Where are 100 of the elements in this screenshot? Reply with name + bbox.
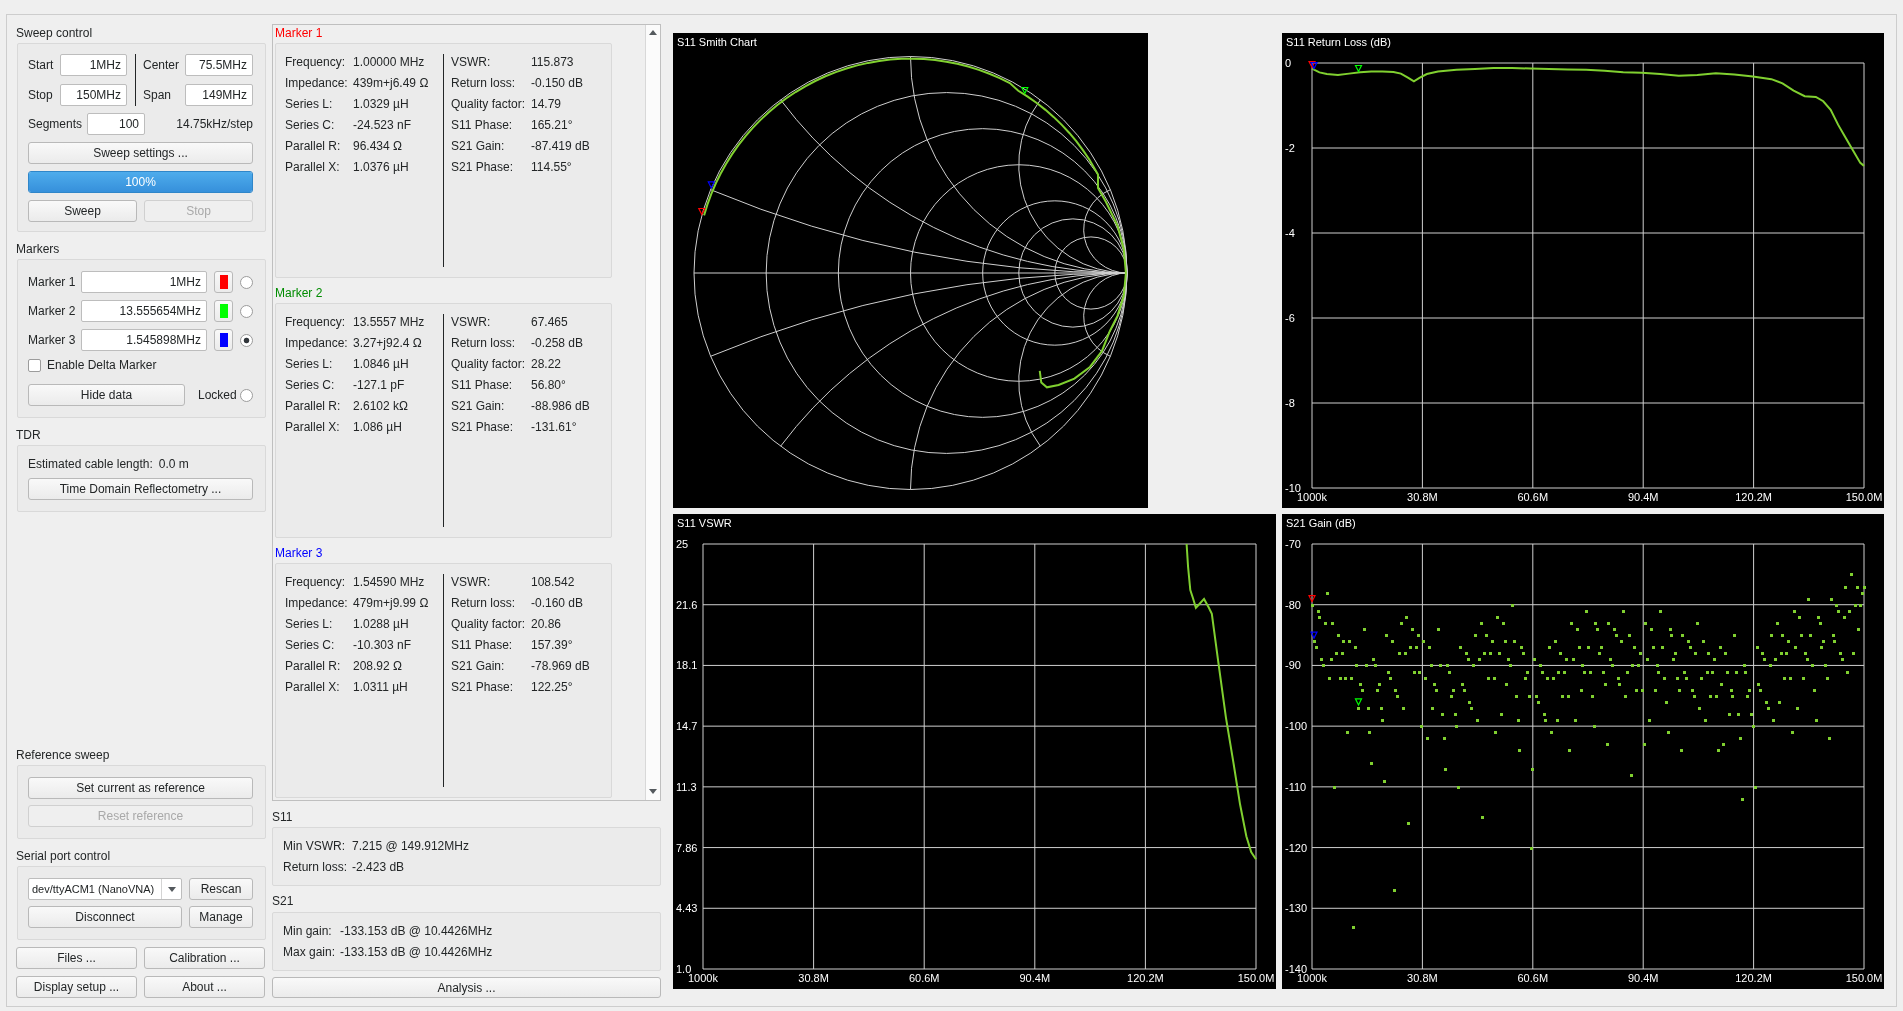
tdr-button[interactable]: Time Domain Reflectometry ... — [28, 478, 253, 500]
section-title: Serial port control — [16, 848, 111, 864]
radio-button[interactable] — [240, 333, 253, 347]
scrollbar[interactable] — [645, 25, 660, 800]
data-value: 1.0288 µH — [353, 615, 409, 632]
tick-label: 1000k — [688, 972, 718, 984]
data-label: Series C: — [285, 636, 335, 653]
analysis-button[interactable]: Analysis ... — [272, 977, 661, 998]
input-field[interactable]: 1MHz — [60, 54, 127, 76]
color-button[interactable] — [214, 300, 233, 322]
set-reference-button[interactable]: Set current as reference — [28, 777, 253, 799]
data-value: -131.61° — [531, 418, 577, 435]
tick-label: -110 — [1285, 780, 1307, 793]
data-value: 20.86 — [531, 615, 562, 632]
checkbox[interactable] — [28, 358, 41, 372]
field-label: Center — [143, 57, 180, 73]
rescan-button[interactable]: Rescan — [189, 878, 253, 900]
input-field[interactable]: 13.555654MHz — [81, 300, 207, 322]
data-label: Quality factor: — [451, 615, 526, 632]
checkbox-label: Enable Delta Marker — [47, 357, 157, 373]
caret-down-icon[interactable] — [649, 789, 657, 794]
files-button[interactable]: Files ... — [16, 947, 137, 969]
data-label: VSWR: — [451, 53, 491, 70]
data-label: S21 Gain: — [451, 137, 505, 154]
radio-button[interactable] — [240, 388, 253, 402]
calibration-button[interactable]: Calibration ... — [144, 947, 265, 969]
tick-label: 90.4M — [1627, 972, 1659, 984]
chart-title: S11 Smith Chart — [677, 36, 757, 48]
input-field[interactable]: 1.545898MHz — [81, 329, 207, 351]
data-value: 1.0329 µH — [353, 95, 409, 112]
field-label: Span — [143, 87, 172, 103]
manage-button[interactable]: Manage — [189, 906, 253, 928]
port-dropdown[interactable]: dev/ttyACM1 (NanoVNA) — [28, 878, 182, 900]
data-value: -10.303 nF — [353, 636, 412, 653]
marker-title: Marker 1 — [275, 26, 323, 41]
tick-label: 25 — [676, 538, 689, 550]
tick-label: -140 — [1285, 963, 1308, 975]
tick-label: 60.6M — [908, 972, 940, 984]
data-value: 108.542 — [531, 573, 575, 590]
radio-button[interactable] — [240, 275, 253, 289]
input-field[interactable]: 100 — [87, 113, 145, 135]
tick-label: -8 — [1285, 397, 1295, 409]
display-setup-button[interactable]: Display setup ... — [16, 976, 137, 998]
sweep-button[interactable]: Sweep — [28, 200, 137, 222]
data-value: 1.086 µH — [353, 418, 402, 435]
input-field[interactable]: 75.5MHz — [185, 54, 253, 76]
color-button[interactable] — [214, 329, 233, 351]
data-value: -88.986 dB — [531, 397, 590, 414]
section-title: Sweep control — [16, 25, 93, 41]
chart-title: S21 Gain (dB) — [1286, 517, 1356, 529]
data-value: 114.55° — [531, 158, 572, 175]
input-field[interactable]: 149MHz — [185, 84, 253, 106]
data-label: Series L: — [285, 95, 333, 112]
hide-data-button[interactable]: Hide data — [28, 384, 185, 406]
tick-label: 120.2M — [1735, 972, 1772, 984]
step-size-label: 14.75kHz/step — [176, 116, 253, 132]
data-value: 122.25° — [531, 678, 573, 695]
section-title: TDR — [16, 427, 41, 443]
data-value: 165.21° — [531, 116, 573, 133]
tick-label: 4.43 — [676, 902, 698, 915]
cable-length-value: 0.0 m — [158, 456, 189, 472]
data-label: Parallel X: — [285, 418, 340, 435]
tick-label: 60.6M — [1517, 972, 1549, 984]
data-value: 56.80° — [531, 376, 566, 393]
sweep-settings-button[interactable]: Sweep settings ... — [28, 142, 253, 164]
tick-label: 150.0M — [1845, 972, 1883, 984]
marker-label: Marker 2 — [28, 303, 76, 319]
section-title: S11 — [272, 809, 293, 825]
data-value: 14.79 — [531, 95, 562, 112]
tick-label: -130 — [1285, 902, 1308, 915]
tick-label: 150.0M — [1845, 491, 1883, 503]
input-field[interactable]: 1MHz — [81, 271, 207, 293]
data-value: 1.0846 µH — [353, 355, 409, 372]
tick-label: -4 — [1285, 227, 1295, 239]
data-value: -127.1 pF — [353, 376, 405, 393]
data-label: Quality factor: — [451, 355, 526, 372]
color-button[interactable] — [214, 271, 233, 293]
disconnect-button[interactable]: Disconnect — [28, 906, 182, 928]
data-value: 1.54590 MHz — [353, 573, 425, 590]
tick-label: 1000k — [1297, 972, 1327, 984]
tick-label: 150.0M — [1237, 972, 1275, 984]
data-label: Series C: — [285, 376, 335, 393]
radio-button[interactable] — [240, 304, 253, 318]
data-label: S21 Gain: — [451, 397, 505, 414]
data-label: Parallel R: — [285, 657, 341, 674]
tick-label: -2 — [1285, 142, 1295, 154]
input-field[interactable]: 150MHz — [60, 84, 127, 106]
field-label: Segments — [28, 116, 83, 132]
cable-length-label: Estimated cable length: — [28, 456, 153, 472]
caret-down-icon[interactable] — [167, 886, 176, 892]
data-label: Impedance: — [285, 74, 348, 91]
tick-label: 1000k — [1297, 491, 1327, 503]
tick-label: -90 — [1285, 659, 1301, 672]
summary-label: Min VSWR: — [283, 838, 345, 854]
caret-up-icon[interactable] — [649, 30, 657, 35]
data-label: Frequency: — [285, 313, 346, 330]
data-label: S21 Phase: — [451, 158, 514, 175]
marker-title: Marker 3 — [275, 546, 323, 561]
data-value: 13.5557 MHz — [353, 313, 425, 330]
about-button[interactable]: About ... — [144, 976, 265, 998]
